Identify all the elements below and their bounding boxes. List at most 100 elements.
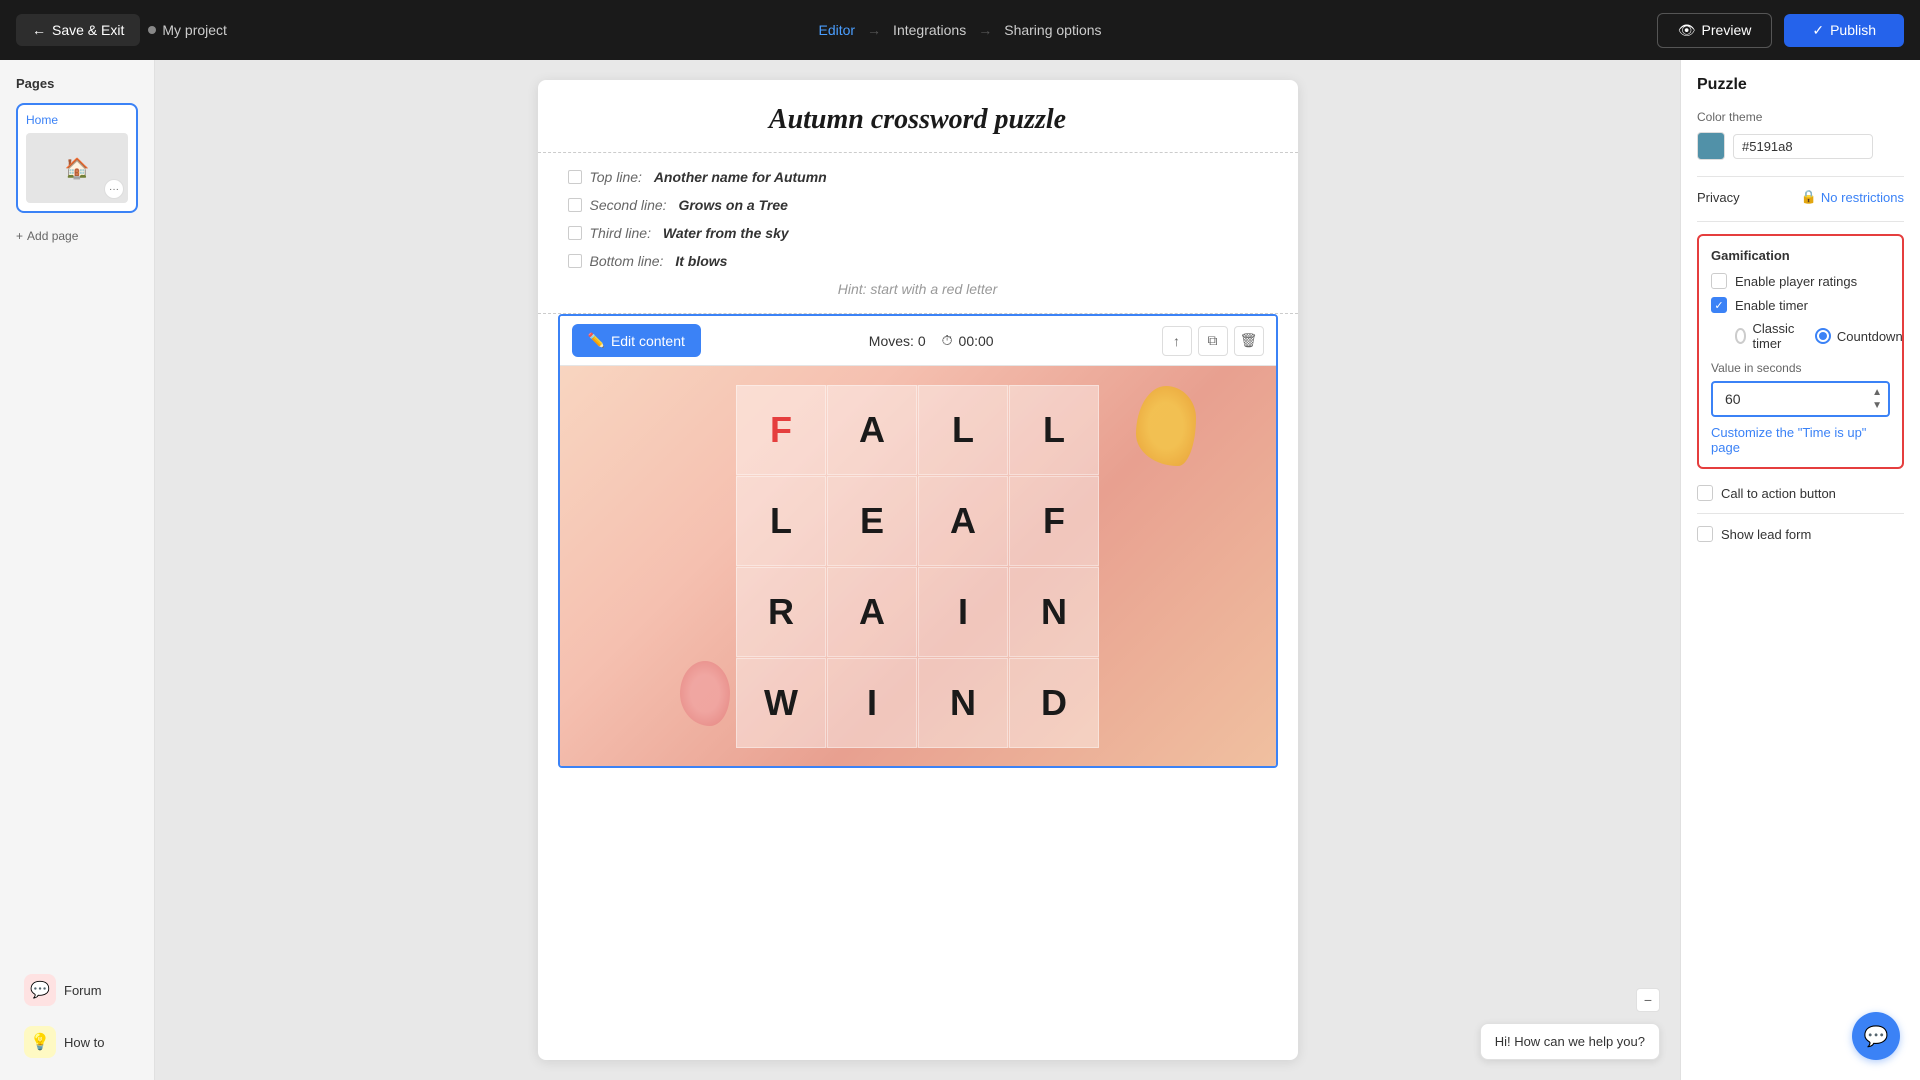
pencil-icon: ✏️: [588, 332, 605, 349]
privacy-link[interactable]: 🔒 No restrictions: [1801, 189, 1904, 205]
puzzle-title: Autumn crossword puzzle: [538, 80, 1298, 153]
moves-label: Moves:: [869, 333, 914, 349]
clue-line-1: Top line: Another name for Autumn: [568, 169, 1268, 185]
clue-bold-3: Water from the sky: [663, 225, 789, 241]
clue-prefix-3: Third line:: [590, 225, 655, 241]
enable-ratings-label: Enable player ratings: [1735, 274, 1857, 289]
chat-button[interactable]: 💬: [1852, 1012, 1900, 1060]
nav-sharing-tab[interactable]: Sharing options: [1004, 22, 1101, 38]
clue-bold-2: Grows on a Tree: [678, 197, 787, 213]
arrow-left-icon: ←: [32, 22, 46, 38]
grid-cell-3-1: I: [827, 658, 917, 748]
duplicate-button[interactable]: ⧉: [1198, 326, 1228, 356]
cta-section: Call to action button: [1697, 485, 1904, 501]
countdown-radio[interactable]: [1815, 328, 1831, 344]
enable-timer-checkbox[interactable]: ✓: [1711, 297, 1727, 313]
save-exit-button[interactable]: ← Save & Exit: [16, 14, 140, 46]
countdown-label: Countdown: [1837, 329, 1903, 344]
privacy-row: Privacy 🔒 No restrictions: [1697, 189, 1904, 205]
grid-cell-3-2: N: [918, 658, 1008, 748]
clue-checkbox-2[interactable]: [568, 198, 582, 212]
color-value-input[interactable]: [1733, 134, 1873, 159]
add-page-button[interactable]: + Add page: [16, 225, 138, 247]
moves-display: Moves: 0: [869, 333, 926, 349]
nav-editor-tab[interactable]: Editor: [818, 22, 855, 38]
edit-content-button[interactable]: ✏️ Edit content: [572, 324, 701, 357]
stepper-up-button[interactable]: ▲: [1868, 387, 1886, 399]
privacy-value: No restrictions: [1821, 190, 1904, 205]
value-in-seconds-input[interactable]: [1711, 381, 1890, 417]
enable-ratings-checkbox[interactable]: [1711, 273, 1727, 289]
grid-cell-2-2: I: [918, 567, 1008, 657]
preview-button[interactable]: 👁 Preview: [1657, 13, 1773, 48]
classic-timer-radio[interactable]: [1735, 328, 1746, 344]
divider-2: [1697, 221, 1904, 222]
delete-button[interactable]: 🗑: [1234, 326, 1264, 356]
help-text: Hi! How can we help you?: [1495, 1034, 1645, 1049]
nav-breadcrumb: Editor → Integrations → Sharing options: [818, 22, 1101, 38]
puzzle-toolbar: ✏️ Edit content Moves: 0 ⏱ 00:00: [560, 316, 1276, 366]
sidebar-item-forum[interactable]: 💬 Forum: [16, 968, 138, 1012]
clues-section: Top line: Another name for Autumn Second…: [538, 153, 1298, 314]
nav-right: 👁 Preview ✓ Publish: [1657, 13, 1904, 48]
edit-content-label: Edit content: [611, 333, 685, 349]
clue-checkbox-1[interactable]: [568, 170, 582, 184]
toolbar-actions: ↑ ⧉ 🗑: [1162, 326, 1264, 356]
grid-cell-2-0: R: [736, 567, 826, 657]
cta-checkbox[interactable]: [1697, 485, 1713, 501]
pages-title: Pages: [16, 76, 138, 91]
puzzle-game-area: ✏️ Edit content Moves: 0 ⏱ 00:00: [558, 314, 1278, 768]
timer-display: ⏱ 00:00: [942, 332, 994, 349]
classic-timer-option[interactable]: Classic timer: [1735, 321, 1799, 351]
plus-icon: +: [16, 229, 23, 243]
color-theme-row: [1697, 132, 1904, 160]
move-up-button[interactable]: ↑: [1162, 326, 1192, 356]
leaf-decoration-2: [680, 661, 730, 726]
grid-cell-1-3: F: [1009, 476, 1099, 566]
grid-cell-2-1: A: [827, 567, 917, 657]
value-stepper: ▲ ▼: [1868, 387, 1886, 412]
check-icon: ✓: [1812, 22, 1824, 39]
page-more-button[interactable]: ···: [104, 179, 124, 199]
color-swatch[interactable]: [1697, 132, 1725, 160]
help-minimize-button[interactable]: −: [1636, 988, 1660, 1012]
grid-cell-1-1: E: [827, 476, 917, 566]
nav-integrations-tab[interactable]: Integrations: [893, 22, 966, 38]
gamification-section: Gamification Enable player ratings ✓ Ena…: [1697, 234, 1904, 469]
lead-form-label: Show lead form: [1721, 527, 1811, 542]
customize-time-up-link[interactable]: Customize the "Time is up" page: [1711, 425, 1890, 455]
lead-form-row: Show lead form: [1697, 526, 1904, 542]
home-page-card[interactable]: Home 🏠 ···: [16, 103, 138, 213]
clue-checkbox-3[interactable]: [568, 226, 582, 240]
enable-timer-label: Enable timer: [1735, 298, 1808, 313]
timer-icon: ⏱: [942, 332, 953, 349]
lead-form-checkbox[interactable]: [1697, 526, 1713, 542]
nav-left: ← Save & Exit My project: [16, 14, 227, 46]
project-name-display: My project: [148, 22, 227, 38]
publish-button[interactable]: ✓ Publish: [1784, 14, 1904, 47]
project-name-text: My project: [162, 22, 227, 38]
sidebar-item-howto[interactable]: 💡 How to: [16, 1020, 138, 1064]
divider-3: [1697, 513, 1904, 514]
sidebar: Pages Home 🏠 ··· + Add page 💬 Forum 💡 Ho…: [0, 60, 155, 1080]
divider-1: [1697, 176, 1904, 177]
howto-label: How to: [64, 1035, 104, 1050]
clue-line-4: Bottom line: It blows: [568, 253, 1268, 269]
preview-label: Preview: [1702, 22, 1752, 38]
countdown-option[interactable]: Countdown: [1815, 328, 1903, 344]
forum-label: Forum: [64, 983, 102, 998]
color-theme-section: Color theme: [1697, 110, 1904, 160]
stepper-down-button[interactable]: ▼: [1868, 400, 1886, 412]
grid-cell-1-2: A: [918, 476, 1008, 566]
cta-row: Call to action button: [1697, 485, 1904, 501]
publish-label: Publish: [1830, 22, 1876, 38]
project-dot-icon: [148, 26, 156, 34]
eye-icon: 👁: [1678, 22, 1696, 39]
grid-cell-3-3: D: [1009, 658, 1099, 748]
save-exit-label: Save & Exit: [52, 22, 124, 38]
add-page-label: Add page: [27, 229, 78, 243]
nav-arrow2: →: [978, 22, 992, 38]
crossword-grid: F A L L L E A F R A I N: [736, 385, 1099, 748]
clue-checkbox-4[interactable]: [568, 254, 582, 268]
clue-prefix-1: Top line:: [590, 169, 646, 185]
